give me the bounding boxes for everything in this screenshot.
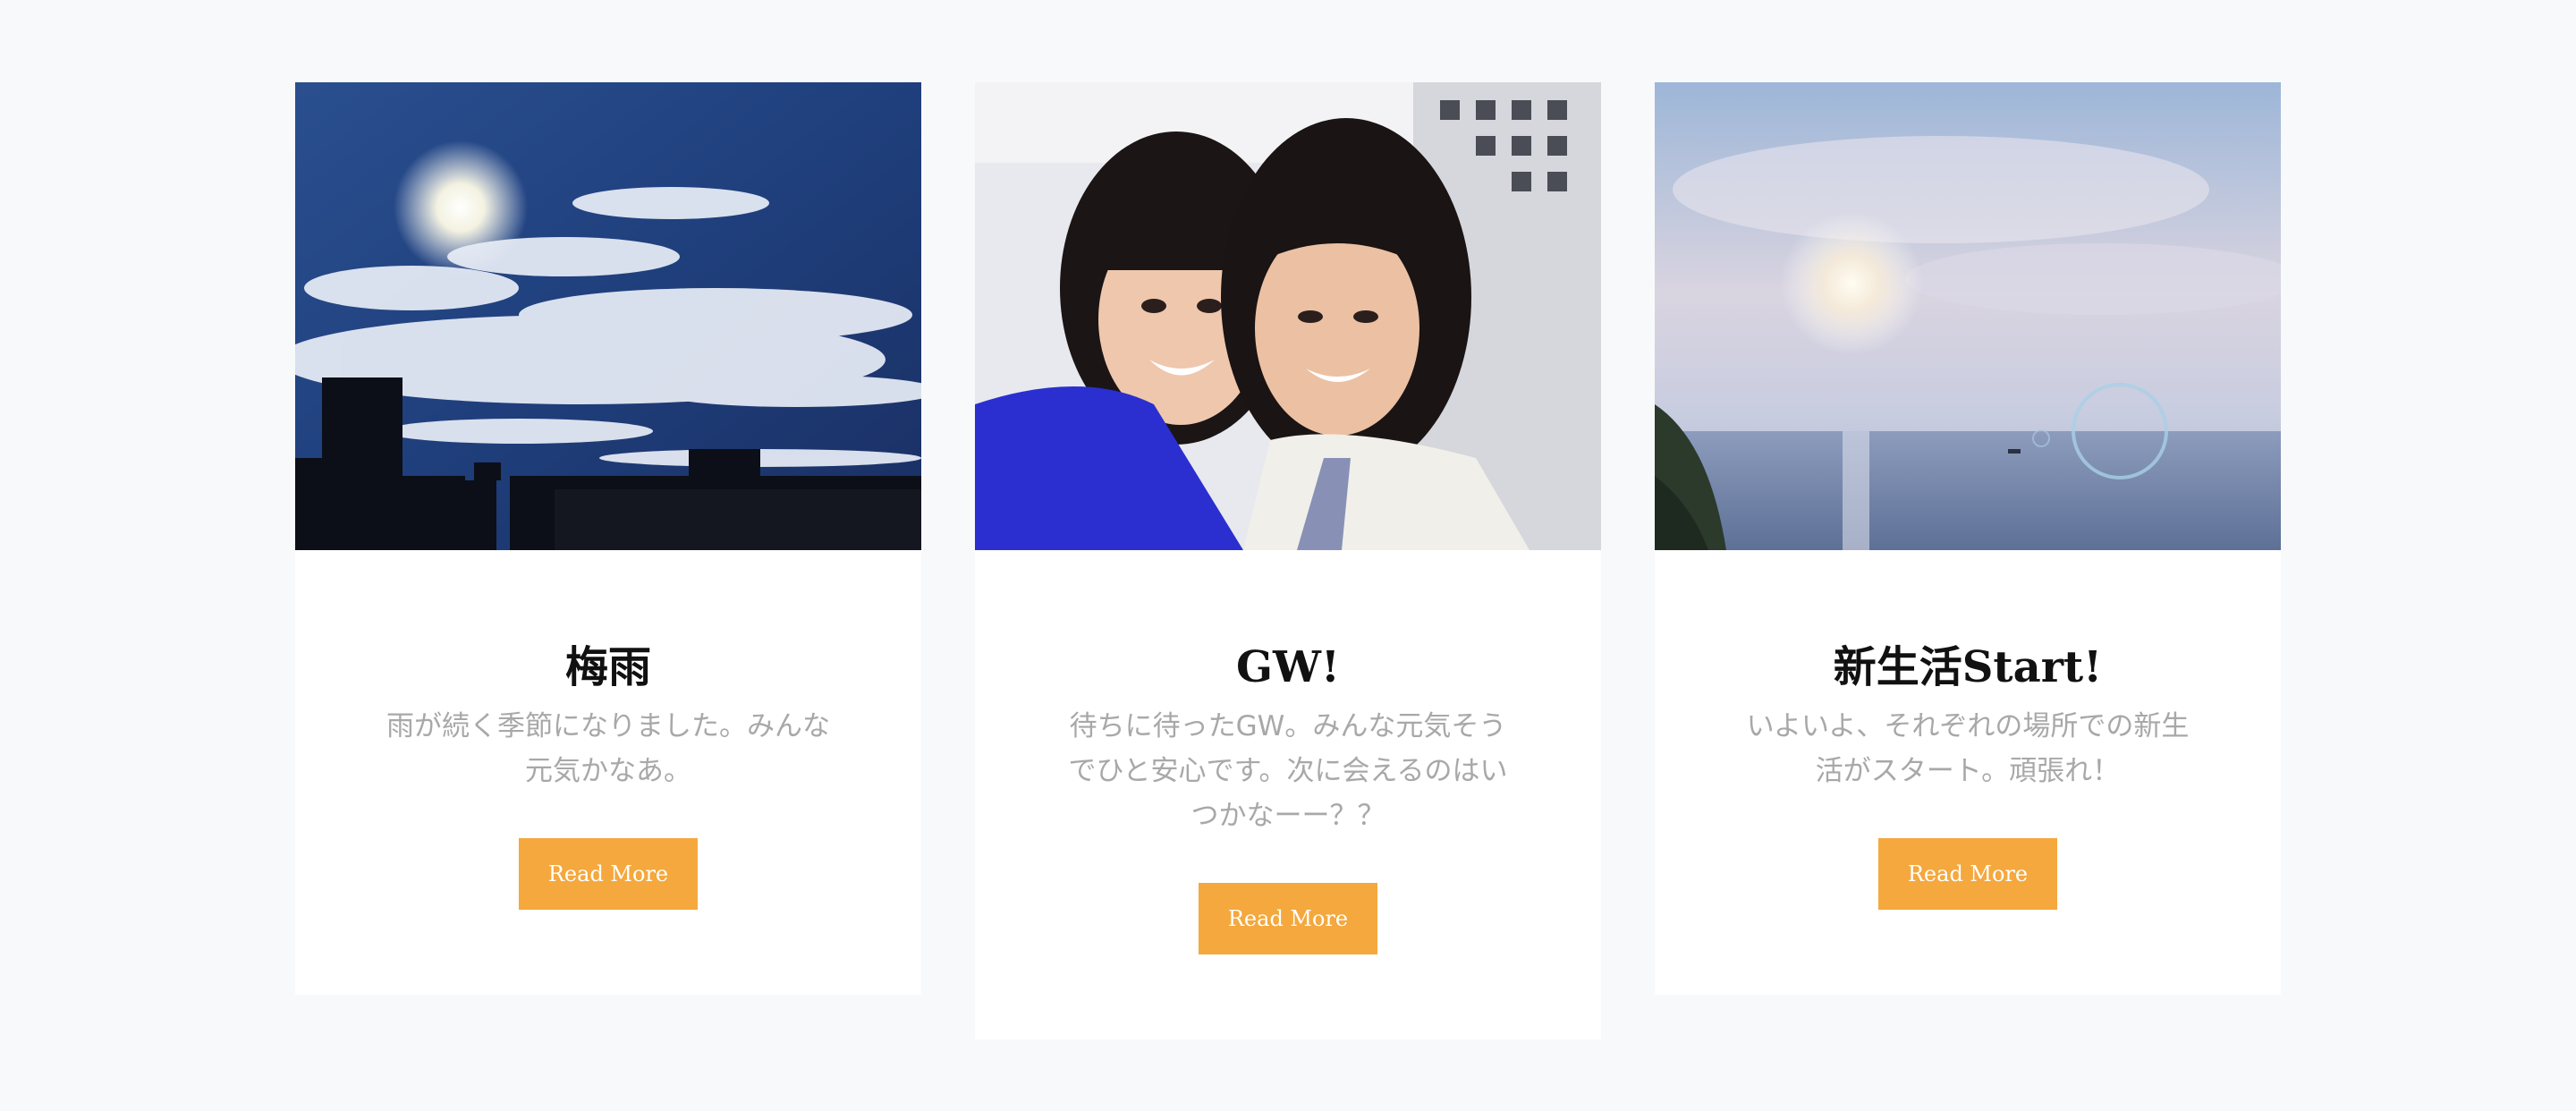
- post-title[interactable]: 新生活Start!: [1708, 640, 2227, 695]
- card-body: GW! 待ちに待ったGW。みんな元気そうでひと安心です。次に会えるのはいつかなー…: [975, 550, 1601, 955]
- read-more-button[interactable]: Read More: [1199, 883, 1377, 955]
- sea-photo: [1655, 82, 2281, 550]
- post-excerpt: 待ちに待ったGW。みんな元気そうでひと安心です。次に会えるのはいつかなーー？？: [1068, 710, 1508, 833]
- selfie-photo: [975, 82, 1601, 550]
- post-card-gw: GW! 待ちに待ったGW。みんな元気そうでひと安心です。次に会えるのはいつかなー…: [975, 82, 1601, 1040]
- post-title[interactable]: GW!: [1029, 640, 1547, 695]
- post-image-sky[interactable]: [295, 82, 921, 550]
- post-image-selfie[interactable]: [975, 82, 1601, 550]
- card-body: 新生活Start! いよいよ、それぞれの場所での新生活がスタート。頑張れ！ Re…: [1655, 550, 2281, 911]
- post-card-shinseikatsu: 新生活Start! いよいよ、それぞれの場所での新生活がスタート。頑張れ！ Re…: [1655, 82, 2281, 996]
- read-more-button[interactable]: Read More: [519, 838, 698, 911]
- sky-photo: [295, 82, 921, 550]
- post-image-sea[interactable]: [1655, 82, 2281, 550]
- card-grid: 梅雨 雨が続く季節になりました。みんな元気かなあ。 Read More GW! …: [295, 82, 2281, 1040]
- post-title[interactable]: 梅雨: [349, 640, 868, 695]
- post-excerpt: 雨が続く季節になりました。みんな元気かなあ。: [386, 710, 830, 788]
- post-card-tsuyu: 梅雨 雨が続く季節になりました。みんな元気かなあ。 Read More: [295, 82, 921, 996]
- post-excerpt: いよいよ、それぞれの場所での新生活がスタート。頑張れ！: [1746, 710, 2190, 788]
- card-body: 梅雨 雨が続く季節になりました。みんな元気かなあ。 Read More: [295, 550, 921, 911]
- read-more-button[interactable]: Read More: [1878, 838, 2057, 911]
